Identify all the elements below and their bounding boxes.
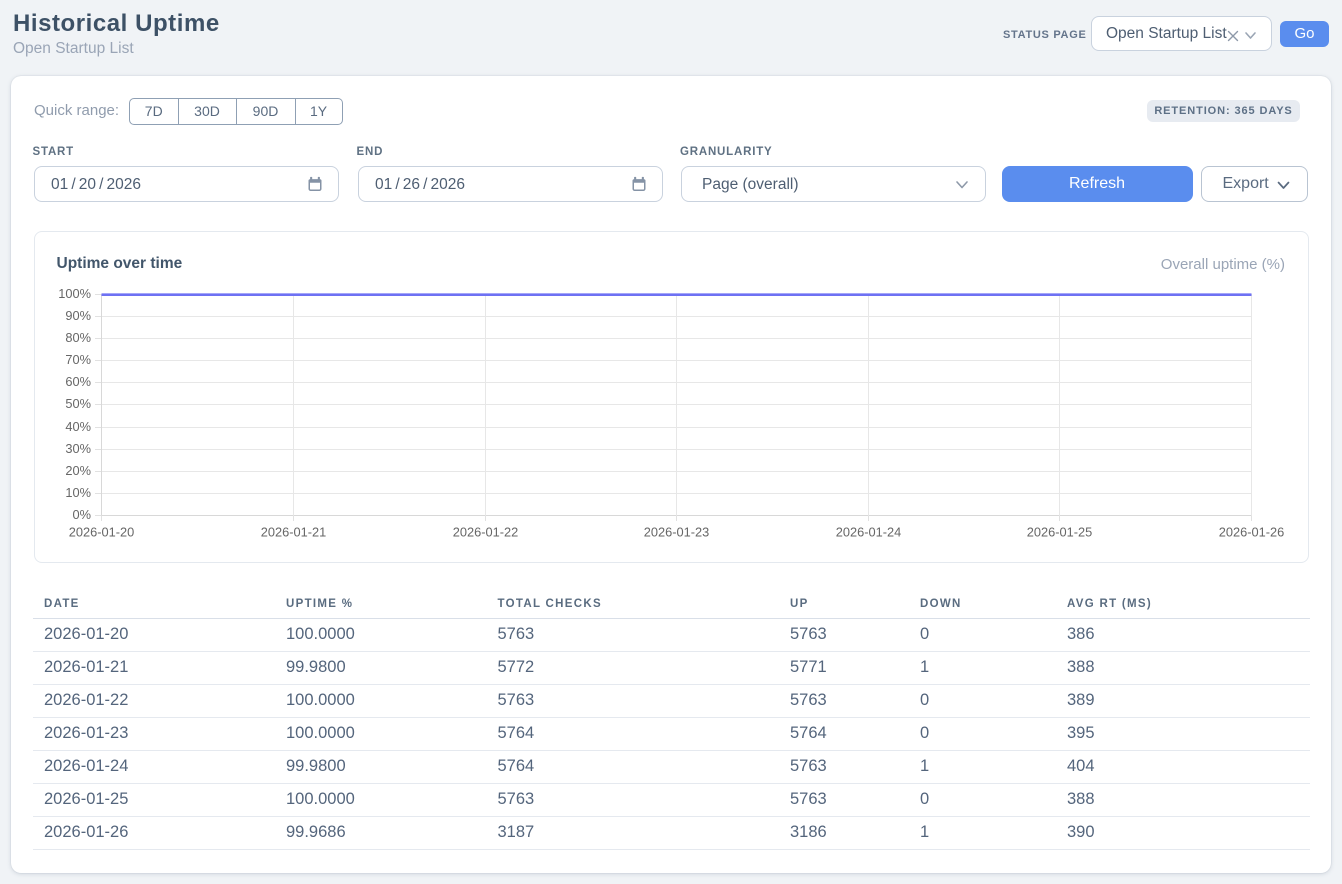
svg-text:80%: 80%	[65, 330, 91, 345]
svg-text:2026-01-22: 2026-01-22	[453, 525, 518, 540]
svg-text:2026-01-25: 2026-01-25	[1027, 525, 1092, 540]
svg-text:90%: 90%	[65, 308, 91, 323]
svg-text:0%: 0%	[73, 507, 92, 522]
svg-text:100%: 100%	[58, 286, 91, 301]
svg-text:40%: 40%	[65, 419, 91, 434]
svg-text:60%: 60%	[65, 374, 91, 389]
svg-text:2026-01-26: 2026-01-26	[1219, 525, 1284, 540]
svg-text:20%: 20%	[65, 463, 91, 478]
svg-text:2026-01-21: 2026-01-21	[261, 525, 326, 540]
svg-text:10%: 10%	[65, 485, 91, 500]
svg-text:2026-01-20: 2026-01-20	[69, 525, 134, 540]
svg-text:30%: 30%	[65, 441, 91, 456]
svg-text:2026-01-24: 2026-01-24	[836, 525, 901, 540]
svg-text:2026-01-23: 2026-01-23	[644, 525, 709, 540]
svg-text:70%: 70%	[65, 352, 91, 367]
svg-text:50%: 50%	[65, 396, 91, 411]
